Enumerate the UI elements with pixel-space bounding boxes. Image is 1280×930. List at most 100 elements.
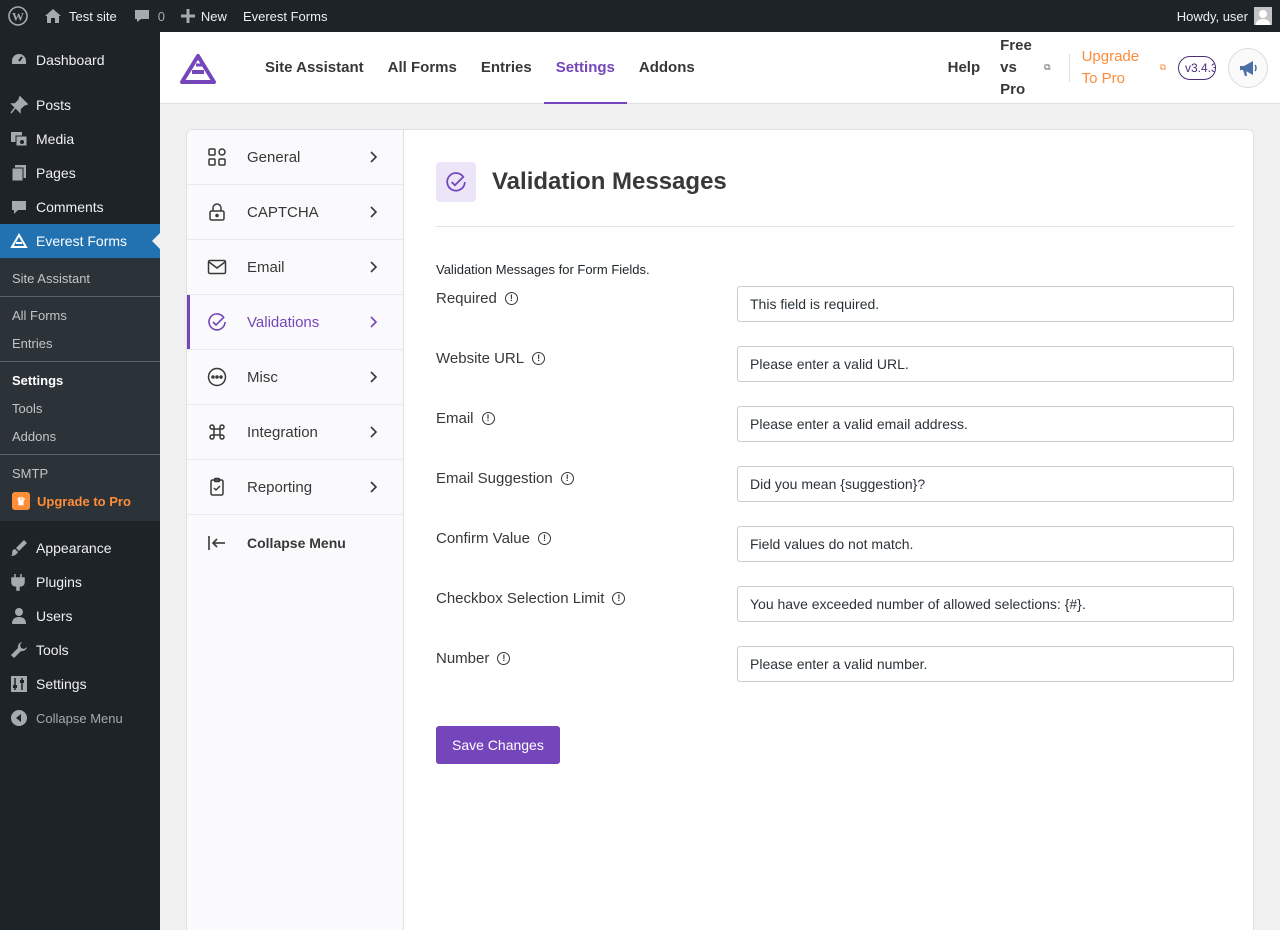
info-icon[interactable]: ! [560, 472, 574, 485]
nav-addons[interactable]: Addons [627, 32, 707, 104]
chevron-right-icon [370, 426, 378, 438]
settings-tab-general[interactable]: General [187, 130, 403, 185]
upgrade-label: Upgrade to Pro [37, 493, 131, 509]
everest-forms-adminbar-label: Everest Forms [242, 8, 328, 24]
help-link[interactable]: Help [948, 59, 981, 76]
mail-icon [207, 257, 227, 277]
submenu-divider [0, 361, 160, 362]
chevron-right-icon [370, 481, 378, 493]
comments-count: 0 [157, 8, 165, 24]
plus-icon [180, 9, 195, 23]
settings-tab-integration[interactable]: Integration [187, 405, 403, 460]
brush-icon [10, 539, 28, 557]
menu-label: Tools [36, 642, 69, 658]
menu-label: Pages [36, 165, 76, 181]
menu-item-appearance[interactable]: Appearance [0, 531, 160, 565]
nav-all-forms[interactable]: All Forms [376, 32, 469, 104]
lock-icon [207, 202, 227, 222]
everest-forms-adminbar-link[interactable]: Everest Forms [235, 0, 336, 32]
my-account[interactable]: Howdy, user [1177, 7, 1280, 25]
info-icon[interactable]: ! [504, 292, 518, 305]
menu-item-everest-forms[interactable]: Everest Forms [0, 224, 160, 258]
submenu-divider [0, 296, 160, 297]
submenu-item-smtp[interactable]: SMTP [0, 459, 160, 487]
wordpress-logo-icon[interactable]: W [0, 0, 36, 32]
settings-collapse-menu[interactable]: Collapse Menu [187, 515, 403, 570]
menu-item-pages[interactable]: Pages [0, 156, 160, 190]
nav-site-assistant[interactable]: Site Assistant [253, 32, 376, 104]
confirm-value-message-input[interactable] [737, 526, 1234, 562]
settings-tab-validations[interactable]: Validations [187, 295, 403, 350]
collapse-left-icon [207, 533, 227, 553]
website-url-message-input[interactable] [737, 346, 1234, 382]
menu-item-users[interactable]: Users [0, 599, 160, 633]
header-divider [1068, 53, 1070, 82]
menu-collapse[interactable]: Collapse Menu [0, 701, 160, 735]
info-icon[interactable]: ! [481, 412, 495, 425]
command-icon [207, 422, 227, 442]
field-label: Checkbox Selection Limit! [436, 586, 737, 607]
info-icon[interactable]: ! [497, 652, 511, 665]
menu-item-comments[interactable]: Comments [0, 190, 160, 224]
menu-item-dashboard[interactable]: Dashboard [0, 43, 160, 77]
plugin-nav: Site Assistant All Forms Entries Setting… [253, 32, 707, 104]
free-vs-pro-link[interactable]: Free vs Pro [1000, 35, 1034, 101]
menu-item-settings[interactable]: Settings [0, 667, 160, 701]
submenu-item-entries[interactable]: Entries [0, 329, 160, 357]
dots-circle-icon [207, 367, 227, 387]
nav-entries[interactable]: Entries [469, 32, 544, 104]
submenu-item-tools[interactable]: Tools [0, 394, 160, 422]
field-row-number: Number! [436, 646, 1234, 706]
new-content-link[interactable]: New [173, 0, 235, 32]
menu-item-tools[interactable]: Tools [0, 633, 160, 667]
submenu-item-upgrade-to-pro[interactable]: ♛ Upgrade to Pro [0, 487, 160, 515]
settings-tab-reporting[interactable]: Reporting [187, 460, 403, 515]
menu-label: Collapse Menu [36, 710, 123, 726]
email-message-input[interactable] [737, 406, 1234, 442]
required-message-input[interactable] [737, 286, 1234, 322]
admin-bar: W Test site 0 New Everest Forms Howdy, u… [0, 0, 1280, 32]
field-label-text: Number [436, 650, 490, 667]
settings-tab-label: Validations [247, 313, 320, 331]
settings-tab-email[interactable]: Email [187, 240, 403, 295]
number-message-input[interactable] [737, 646, 1234, 682]
submenu-item-addons[interactable]: Addons [0, 422, 160, 450]
info-icon[interactable]: ! [532, 352, 546, 365]
chevron-right-icon [370, 206, 378, 218]
validation-fields: Required! Website URL! Email! Email Sugg… [436, 286, 1234, 706]
media-icon [10, 130, 28, 148]
settings-tab-label: Integration [247, 423, 318, 441]
checkbox-limit-message-input[interactable] [737, 586, 1234, 622]
field-row-website-url: Website URL! [436, 346, 1234, 406]
submenu-item-all-forms[interactable]: All Forms [0, 301, 160, 329]
clipboard-icon [207, 477, 227, 497]
version-badge: v3.4.3 [1178, 55, 1216, 80]
submenu-item-settings[interactable]: Settings [0, 366, 160, 394]
submenu-item-site-assistant[interactable]: Site Assistant [0, 264, 160, 292]
menu-item-media[interactable]: Media [0, 122, 160, 156]
settings-tab-label: Reporting [247, 478, 313, 496]
menu-item-posts[interactable]: Posts [0, 88, 160, 122]
menu-label: Posts [36, 97, 72, 113]
settings-tab-label: General [247, 148, 301, 166]
info-icon[interactable]: ! [612, 592, 626, 605]
settings-tab-misc[interactable]: Misc [187, 350, 403, 405]
check-circle-icon [436, 162, 476, 202]
comments-link[interactable]: 0 [125, 0, 173, 32]
chevron-right-icon [370, 371, 378, 383]
upgrade-to-pro-link[interactable]: Upgrade To Pro [1082, 46, 1144, 90]
field-label-text: Checkbox Selection Limit [436, 590, 605, 607]
email-suggestion-message-input[interactable] [737, 466, 1234, 502]
info-icon[interactable]: ! [537, 532, 551, 545]
menu-label: Comments [36, 199, 104, 215]
everest-forms-submenu: Site Assistant All Forms Entries Setting… [0, 258, 160, 521]
menu-item-plugins[interactable]: Plugins [0, 565, 160, 599]
plugin-header: Site Assistant All Forms Entries Setting… [160, 32, 1280, 104]
site-name-link[interactable]: Test site [36, 0, 125, 32]
settings-tab-captcha[interactable]: CAPTCHA [187, 185, 403, 240]
nav-settings[interactable]: Settings [543, 32, 628, 104]
everest-forms-logo[interactable] [178, 48, 218, 88]
announcement-button[interactable] [1228, 47, 1268, 88]
dashboard-icon [10, 51, 28, 69]
save-changes-button[interactable]: Save Changes [436, 726, 560, 764]
